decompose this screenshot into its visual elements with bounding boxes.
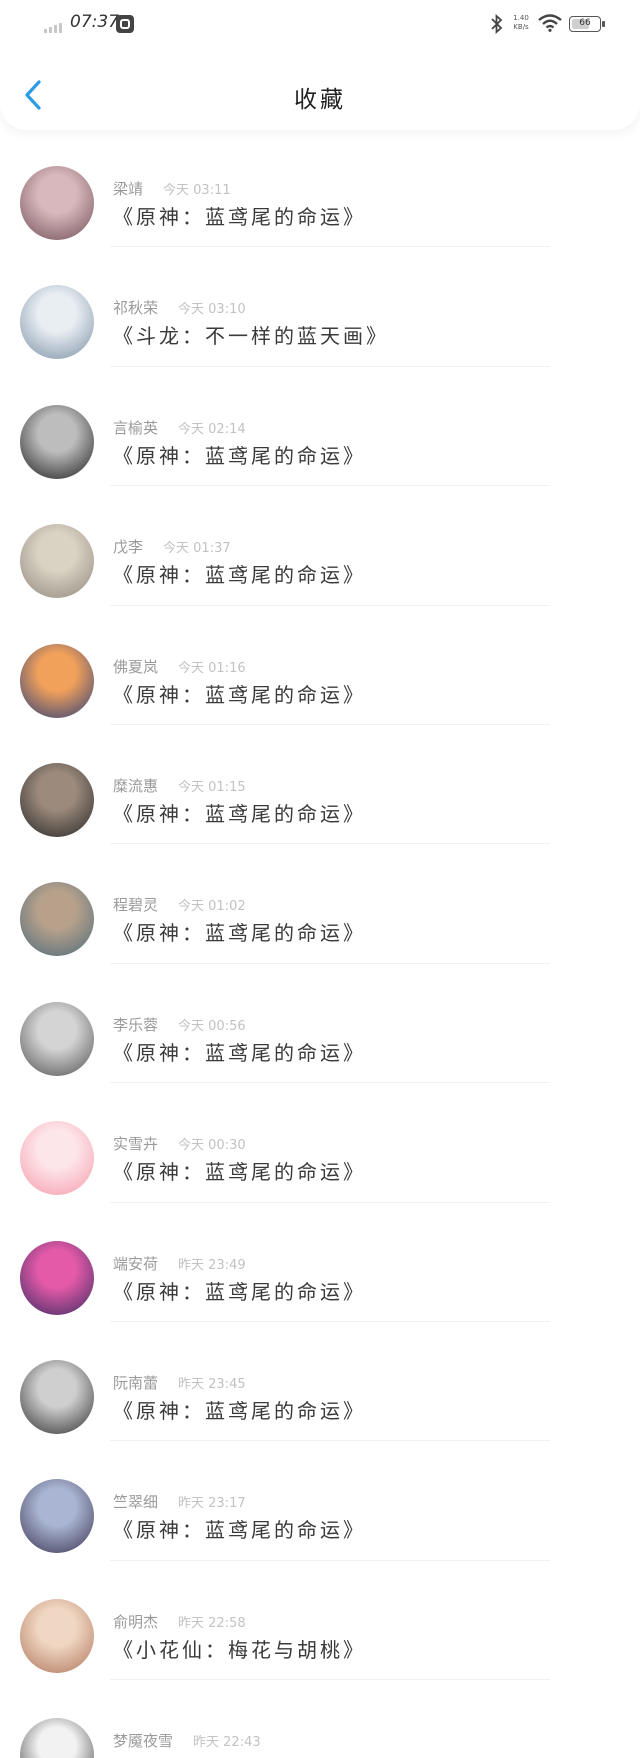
signal-icon — [44, 23, 62, 33]
avatar[interactable] — [20, 1240, 94, 1315]
user-name: 祁秋荣 — [113, 299, 159, 318]
avatar[interactable] — [20, 1001, 94, 1076]
item-meta: 李乐蓉 今天 00:56 — [113, 1014, 246, 1035]
book-title[interactable]: 《原神：蓝鸢尾的命运》 — [113, 1276, 366, 1305]
book-title[interactable]: 《原神：蓝鸢尾的命运》 — [113, 798, 366, 827]
avatar[interactable] — [20, 1479, 94, 1554]
bluetooth-icon — [491, 14, 503, 34]
user-name: 竺翠细 — [113, 1493, 159, 1512]
network-speed-value: 1.40 — [513, 14, 529, 22]
favorite-time: 今天 01:37 — [163, 541, 231, 557]
avatar[interactable] — [20, 1121, 94, 1196]
favorite-item[interactable]: 程碧灵 今天 01:02 《原神：蓝鸢尾的命运》 — [0, 844, 640, 965]
favorite-item[interactable]: 戊李 今天 01:37 《原神：蓝鸢尾的命运》 — [0, 486, 640, 606]
book-title[interactable]: 《原神：蓝鸢尾的命运》 — [113, 1156, 366, 1185]
item-meta: 俞明杰 昨天 22:58 — [113, 1611, 246, 1632]
item-meta: 言榆英 今天 02:14 — [113, 417, 246, 438]
user-name: 糜流惠 — [113, 776, 159, 795]
avatar[interactable] — [20, 1598, 94, 1673]
favorite-time: 今天 01:16 — [178, 660, 246, 676]
status-bar: 07:37 1.40 KB/s 66 — [0, 0, 640, 48]
item-meta: 实雪卉 今天 00:30 — [113, 1133, 246, 1154]
user-name: 戊李 — [113, 538, 144, 557]
battery-level: 66 — [579, 18, 591, 28]
item-meta: 程碧灵 今天 01:02 — [113, 894, 246, 915]
book-title[interactable]: 《小花仙：梅花与胡桃》 — [113, 1634, 366, 1663]
book-title[interactable]: 《原神：蓝鸢尾的命运》 — [113, 201, 366, 230]
book-title[interactable]: 《原神：蓝鸢尾的命运》 — [113, 917, 366, 946]
favorites-page: 07:37 1.40 KB/s 66 收藏 梁靖 今天 03:11 《原神：蓝鸢… — [0, 0, 640, 1758]
app-notification-icon — [116, 15, 134, 33]
favorite-item[interactable]: 祁秋荣 今天 03:10 《斗龙：不一样的蓝天画》 — [0, 247, 640, 368]
favorite-time: 昨天 23:17 — [178, 1496, 246, 1512]
favorite-time: 今天 03:10 — [178, 302, 246, 318]
avatar[interactable] — [20, 882, 94, 957]
favorite-item[interactable]: 梦魇夜雪 昨天 22:43 — [0, 1680, 640, 1758]
avatar[interactable] — [20, 643, 94, 718]
wifi-icon — [538, 14, 562, 32]
favorite-time: 今天 00:56 — [178, 1018, 246, 1034]
item-meta: 糜流惠 今天 01:15 — [113, 775, 246, 796]
favorite-time: 昨天 22:43 — [193, 1735, 261, 1751]
network-speed-unit: KB/s — [513, 23, 529, 31]
book-title[interactable]: 《斗龙：不一样的蓝天画》 — [113, 320, 389, 349]
item-meta: 梦魇夜雪 昨天 22:43 — [113, 1730, 261, 1751]
avatar[interactable] — [20, 762, 94, 837]
favorite-time: 今天 00:30 — [178, 1138, 246, 1154]
favorite-item[interactable]: 李乐蓉 今天 00:56 《原神：蓝鸢尾的命运》 — [0, 964, 640, 1084]
favorites-list: 梁靖 今天 03:11 《原神：蓝鸢尾的命运》 祁秋荣 今天 03:10 《斗龙：不一样的… — [0, 128, 640, 1758]
favorite-item[interactable]: 俞明杰 昨天 22:58 《小花仙：梅花与胡桃》 — [0, 1561, 640, 1681]
user-name: 俞明杰 — [113, 1612, 159, 1631]
avatar[interactable] — [20, 404, 94, 479]
book-title[interactable]: 《原神：蓝鸢尾的命运》 — [113, 679, 366, 708]
item-meta: 阮南蕾 昨天 23:45 — [113, 1372, 246, 1393]
top-bar: 07:37 1.40 KB/s 66 收藏 — [0, 0, 640, 130]
user-name: 李乐蓉 — [113, 1015, 159, 1034]
book-title[interactable]: 《原神：蓝鸢尾的命运》 — [113, 1395, 366, 1424]
book-title[interactable]: 《原神：蓝鸢尾的命运》 — [113, 559, 366, 588]
favorite-item[interactable]: 佛夏岚 今天 01:16 《原神：蓝鸢尾的命运》 — [0, 606, 640, 726]
favorite-item[interactable]: 糜流惠 今天 01:15 《原神：蓝鸢尾的命运》 — [0, 725, 640, 845]
user-name: 程碧灵 — [113, 896, 159, 915]
avatar[interactable] — [20, 1718, 94, 1758]
network-speed: 1.40 KB/s — [510, 14, 532, 32]
book-title[interactable]: 《原神：蓝鸢尾的命运》 — [113, 1514, 366, 1543]
favorite-time: 昨天 22:58 — [178, 1615, 246, 1631]
user-name: 佛夏岚 — [113, 657, 159, 676]
item-meta: 端安荷 昨天 23:49 — [113, 1253, 246, 1274]
item-meta: 梁靖 今天 03:11 — [113, 178, 231, 199]
book-title[interactable]: 《原神：蓝鸢尾的命运》 — [113, 1037, 366, 1066]
favorite-time: 昨天 23:45 — [178, 1376, 246, 1392]
user-name: 实雪卉 — [113, 1135, 159, 1154]
user-name: 言榆英 — [113, 418, 159, 437]
favorite-item[interactable]: 梁靖 今天 03:11 《原神：蓝鸢尾的命运》 — [0, 128, 640, 248]
page-title: 收藏 — [294, 87, 346, 113]
item-meta: 佛夏岚 今天 01:16 — [113, 656, 246, 677]
favorite-item[interactable]: 言榆英 今天 02:14 《原神：蓝鸢尾的命运》 — [0, 367, 640, 487]
item-meta: 竺翠细 昨天 23:17 — [113, 1491, 246, 1512]
user-name: 梁靖 — [113, 180, 144, 198]
user-name: 端安荷 — [113, 1254, 159, 1273]
avatar[interactable] — [20, 524, 94, 599]
item-meta: 祁秋荣 今天 03:10 — [113, 297, 246, 318]
favorite-item[interactable]: 竺翠细 昨天 23:17 《原神：蓝鸢尾的命运》 — [0, 1441, 640, 1562]
favorite-item[interactable]: 阮南蕾 昨天 23:45 《原神：蓝鸢尾的命运》 — [0, 1322, 640, 1442]
user-name: 梦魇夜雪 — [113, 1732, 174, 1751]
user-name: 阮南蕾 — [113, 1373, 159, 1392]
favorite-item[interactable]: 端安荷 昨天 23:49 《原神：蓝鸢尾的命运》 — [0, 1203, 640, 1323]
favorite-time: 昨天 23:49 — [178, 1257, 246, 1273]
favorite-time: 今天 02:14 — [178, 421, 246, 437]
favorite-time: 今天 01:15 — [178, 779, 246, 795]
favorite-time: 今天 01:02 — [178, 899, 246, 915]
item-meta: 戊李 今天 01:37 — [113, 536, 231, 557]
favorite-item[interactable]: 实雪卉 今天 00:30 《原神：蓝鸢尾的命运》 — [0, 1083, 640, 1203]
avatar[interactable] — [20, 166, 94, 240]
battery-indicator: 66 — [569, 16, 605, 32]
book-title[interactable]: 《原神：蓝鸢尾的命运》 — [113, 440, 366, 469]
favorite-time: 今天 03:11 — [163, 183, 231, 198]
avatar[interactable] — [20, 285, 94, 360]
status-time: 07:37 — [70, 12, 119, 32]
avatar[interactable] — [20, 1359, 94, 1434]
